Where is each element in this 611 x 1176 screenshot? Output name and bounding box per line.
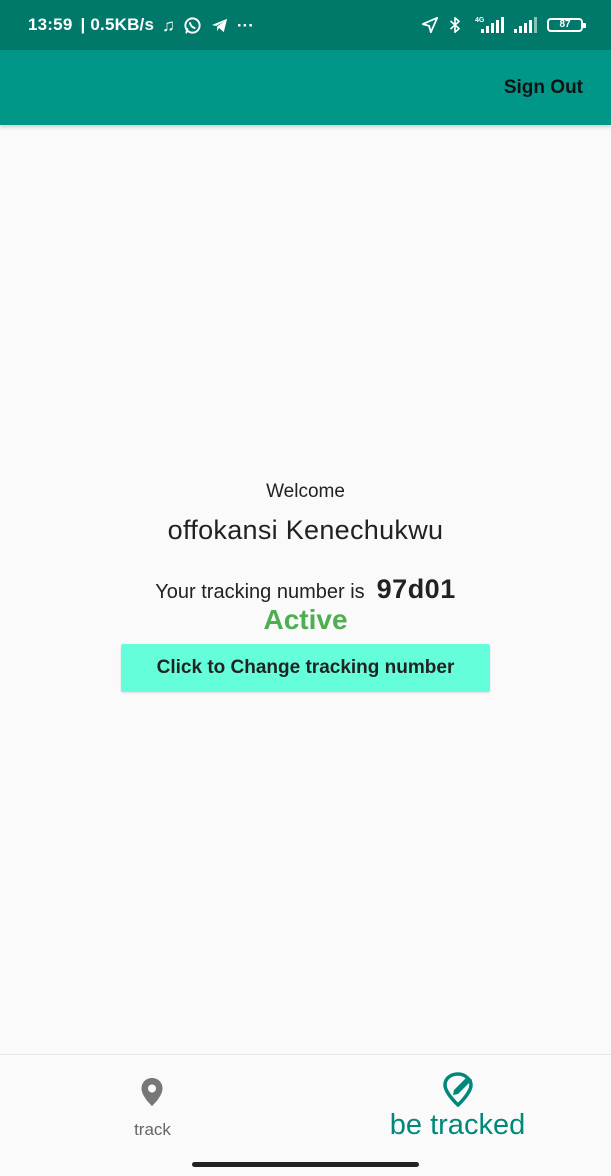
tracking-number: 97d01 xyxy=(376,574,456,604)
more-notifications-icon: ··· xyxy=(236,15,254,35)
signal-4g-icon: 4G xyxy=(471,15,505,35)
welcome-label: Welcome xyxy=(266,481,345,502)
nav-label-be-tracked: be tracked xyxy=(389,1109,526,1141)
battery-icon: 87 xyxy=(547,18,586,32)
status-bar: 13:59 | 0.5KB/s ♫ ··· 4G 87 xyxy=(0,0,611,50)
bottom-navigation: track be tracked xyxy=(0,1054,611,1159)
location-arrow-icon xyxy=(421,16,439,34)
telegram-icon xyxy=(210,16,229,35)
nav-item-be-tracked[interactable]: be tracked xyxy=(305,1055,610,1159)
change-tracking-number-button[interactable]: Click to Change tracking number xyxy=(121,644,490,692)
app-bar: Sign Out xyxy=(0,50,611,125)
nav-label-track: track xyxy=(134,1120,171,1139)
home-indicator[interactable] xyxy=(192,1162,419,1167)
tracking-label: Your tracking number is xyxy=(155,581,365,603)
whatsapp-icon xyxy=(183,16,202,35)
bluetooth-icon xyxy=(447,16,463,34)
status-time: 13:59 xyxy=(28,15,73,34)
network-speed: | 0.5KB/s xyxy=(80,15,155,34)
status-bar-left: 13:59 | 0.5KB/s ♫ ··· xyxy=(28,15,254,35)
location-pin-icon xyxy=(141,1078,163,1106)
signal-icon xyxy=(513,15,539,35)
music-note-icon: ♫ xyxy=(162,15,175,35)
user-name: offokansi Kenechukwu xyxy=(167,515,444,545)
svg-text:4G: 4G xyxy=(475,17,485,24)
tracking-status: Active xyxy=(263,604,348,635)
status-bar-right: 4G 87 xyxy=(421,15,586,35)
location-edit-icon xyxy=(443,1072,473,1107)
nav-item-track[interactable]: track xyxy=(0,1055,305,1159)
tracking-info: Your tracking number is 97d01 xyxy=(0,574,611,605)
battery-level: 87 xyxy=(559,19,571,30)
sign-out-button[interactable]: Sign Out xyxy=(504,77,583,99)
